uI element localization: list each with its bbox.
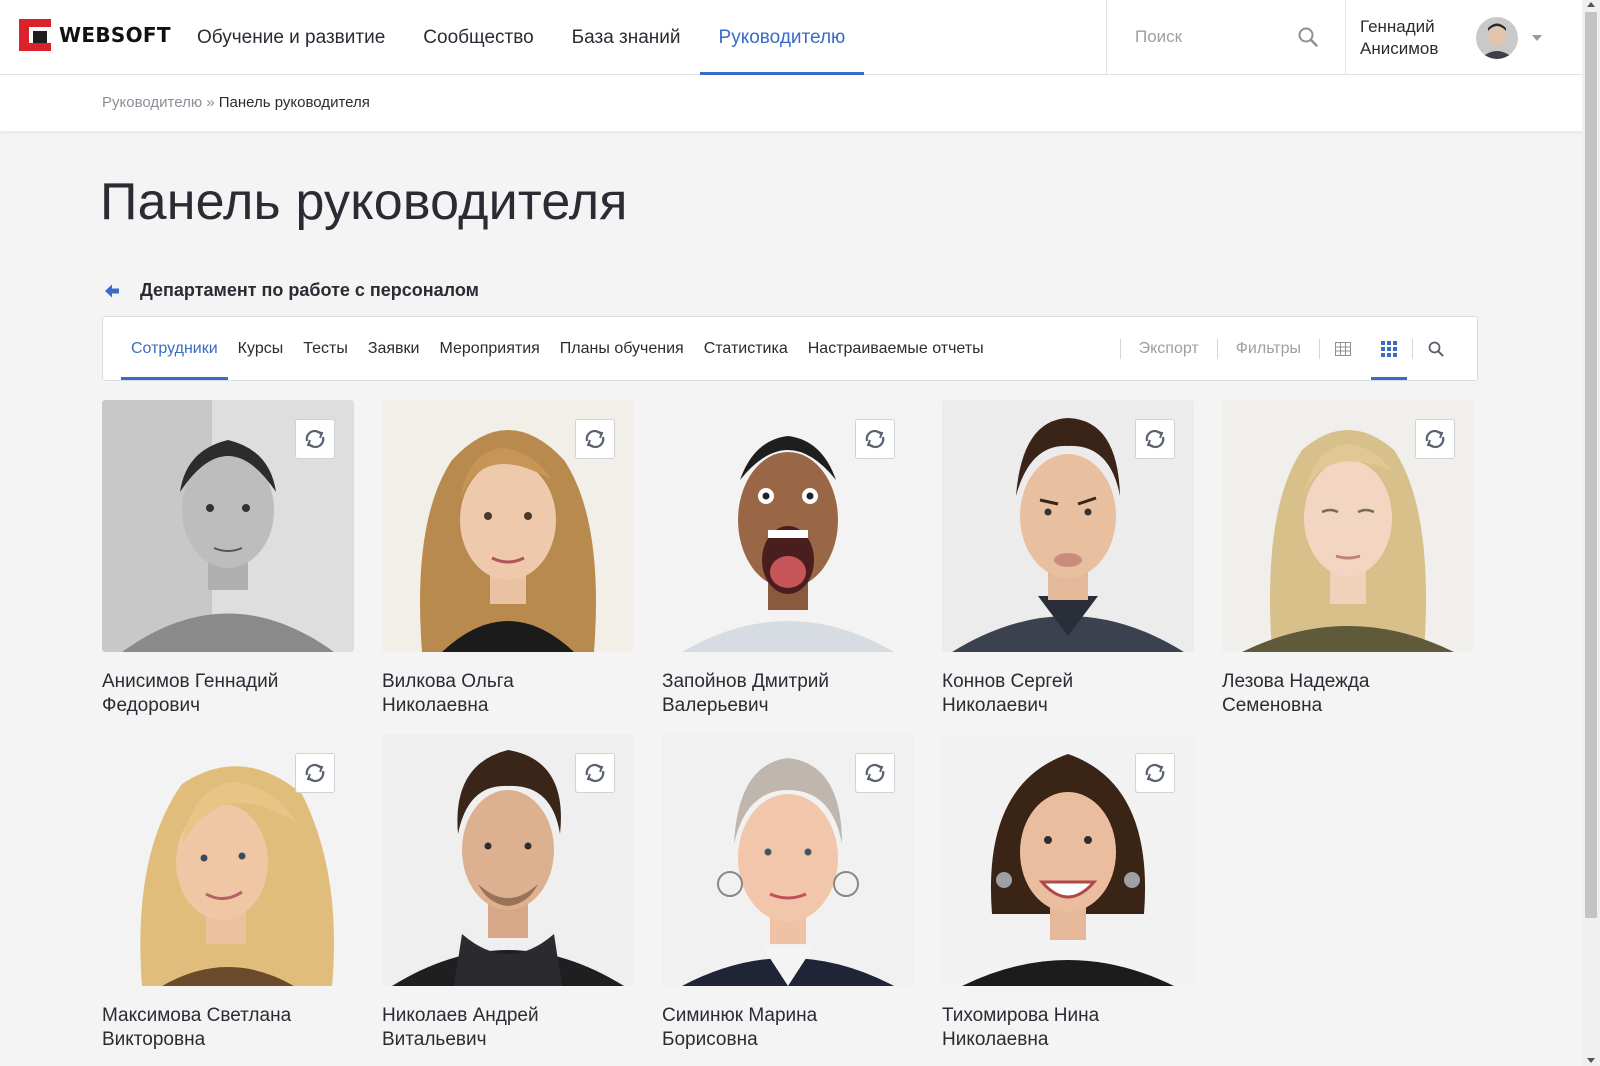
employee-name[interactable]: Максимова Светлана Викторовна [102,1004,354,1052]
avatar[interactable] [1476,16,1518,59]
scrollbar-thumb[interactable] [1585,12,1597,918]
websoft-logo-mark-icon [19,19,51,51]
swap-icon[interactable] [1135,419,1175,459]
employee-name[interactable]: Коннов Сергей Николаевич [942,670,1194,718]
employee-surname-name: Запойнов Дмитрий [662,671,829,692]
tab-statistics[interactable]: Статистика [694,317,798,380]
swap-icon[interactable] [295,419,335,459]
user-last-name: Анисимов [1360,38,1439,58]
swap-icon[interactable] [575,419,615,459]
swap-icon[interactable] [855,419,895,459]
breadcrumb: Руководителю » Панель руководителя [102,94,370,111]
employee-name[interactable]: Вилкова Ольга Николаевна [382,670,634,718]
tab-employees[interactable]: Сотрудники [121,317,228,380]
employee-patronymic: Витальевич [382,1029,487,1050]
swap-icon[interactable] [575,753,615,793]
breadcrumb-bar: Руководителю » Панель руководителя [0,75,1582,131]
section-tabs: Сотрудники Курсы Тесты Заявки Мероприяти… [121,317,994,380]
search-icon[interactable] [1413,317,1459,380]
swap-icon[interactable] [1135,753,1175,793]
top-navigation-bar: WEBSOFT Обучение и развитие Сообщество Б… [0,0,1582,75]
employee-name[interactable]: Симинюк Марина Борисовна [662,1004,914,1052]
employee-name[interactable]: Анисимов Геннадий Федорович [102,670,354,718]
tab-events[interactable]: Мероприятия [430,317,550,380]
employee-surname-name: Тихомирова Нина [942,1005,1100,1026]
chevron-down-icon[interactable] [1532,34,1542,41]
search-icon[interactable] [1297,26,1319,48]
employee-name[interactable]: Николаев Андрей Витальевич [382,1004,634,1052]
breadcrumb-current: Панель руководителя [218,94,370,111]
user-first-name: Геннадий [1360,16,1435,36]
employee-surname-name: Николаев Андрей [382,1005,539,1026]
employee-card[interactable]: Лезова Надежда Семеновна [1222,400,1474,730]
breadcrumb-separator: » [206,94,215,111]
employee-card[interactable]: Симинюк Марина Борисовна [662,734,914,1064]
employee-surname-name: Максимова Светлана [102,1005,292,1026]
tab-learning-plans[interactable]: Планы обучения [550,317,694,380]
employee-card[interactable]: Николаев Андрей Витальевич [382,734,634,1064]
employee-patronymic: Федорович [102,695,200,716]
employee-patronymic: Семеновна [1222,695,1323,716]
nav-item-knowledge-base[interactable]: База знаний [553,0,700,75]
employee-patronymic: Николаевна [942,1029,1049,1050]
employee-surname-name: Вилкова Ольга [382,671,514,692]
page-title: Панель руководителя [100,173,628,231]
swap-icon[interactable] [1415,419,1455,459]
breadcrumb-link-manager[interactable]: Руководителю [102,94,202,111]
employee-card[interactable]: Тихомирова Нина Николаевна [942,734,1194,1064]
nav-item-manager[interactable]: Руководителю [699,0,865,75]
tab-tests[interactable]: Тесты [293,317,358,380]
tab-custom-reports[interactable]: Настраиваемые отчеты [798,317,994,380]
employee-patronymic: Николаевич [942,695,1048,716]
employee-name[interactable]: Запойнов Дмитрий Валерьевич [662,670,914,718]
user-name: Геннадий Анисимов [1360,16,1470,60]
employee-surname-name: Анисимов Геннадий [102,671,279,692]
table-view-icon[interactable] [1320,317,1366,380]
nav-item-community[interactable]: Сообщество [404,0,552,75]
filters-button[interactable]: Фильтры [1218,340,1319,358]
employee-patronymic: Николаевна [382,695,489,716]
nav-item-learning[interactable]: Обучение и развитие [178,0,404,75]
scroll-up-arrow-icon[interactable] [1587,2,1595,7]
swap-icon[interactable] [295,753,335,793]
employee-patronymic: Борисовна [662,1029,758,1050]
employee-surname-name: Лезова Надежда [1222,671,1370,692]
employee-patronymic: Викторовна [102,1029,206,1050]
toolbar-tools: Экспорт Фильтры [1119,317,1459,380]
section-tabs-bar: Сотрудники Курсы Тесты Заявки Мероприяти… [102,316,1478,381]
employee-card[interactable]: Максимова Светлана Викторовна [102,734,354,1064]
employee-name[interactable]: Лезова Надежда Семеновна [1222,670,1474,718]
employee-card[interactable]: Анисимов Геннадий Федорович [102,400,354,730]
arrow-left-icon[interactable] [102,281,122,301]
employee-surname-name: Коннов Сергей [942,671,1074,692]
employee-card[interactable]: Запойнов Дмитрий Валерьевич [662,400,914,730]
employee-surname-name: Симинюк Марина [662,1005,818,1026]
search-input[interactable] [1135,22,1295,52]
header-search [1106,0,1346,75]
grid-view-icon[interactable] [1366,317,1412,380]
swap-icon[interactable] [855,753,895,793]
department-header: Департамент по работе с персоналом [102,280,479,301]
tab-requests[interactable]: Заявки [358,317,430,380]
employee-card[interactable]: Вилкова Ольга Николаевна [382,400,634,730]
main-nav: Обучение и развитие Сообщество База знан… [178,0,865,75]
department-title: Департамент по работе с персоналом [140,280,479,300]
employee-patronymic: Валерьевич [662,695,769,716]
export-button[interactable]: Экспорт [1121,340,1217,358]
user-menu[interactable]: Геннадий Анисимов [1360,0,1542,75]
tab-courses[interactable]: Курсы [228,317,294,380]
websoft-logo[interactable]: WEBSOFT [19,19,171,51]
employee-card[interactable]: Коннов Сергей Николаевич [942,400,1194,730]
vertical-scrollbar[interactable] [1582,0,1600,1066]
logo-text: WEBSOFT [59,23,171,47]
scroll-down-arrow-icon[interactable] [1587,1058,1595,1063]
employee-name[interactable]: Тихомирова Нина Николаевна [942,1004,1194,1052]
